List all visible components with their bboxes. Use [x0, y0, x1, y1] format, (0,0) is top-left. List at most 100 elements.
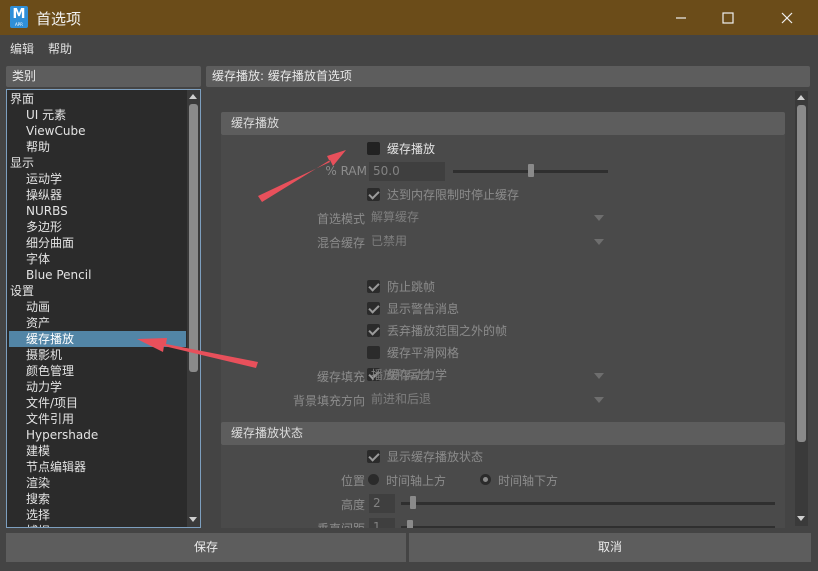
scroll-up-icon[interactable]	[797, 95, 805, 100]
menu-bar: 编辑 帮助	[0, 35, 818, 59]
background-fill-direction-label: 背景填充方向	[292, 394, 365, 408]
chevron-down-icon	[594, 215, 604, 221]
option-checkbox[interactable]	[367, 280, 380, 293]
category-item[interactable]: 界面	[9, 91, 186, 107]
option-label: 防止跳帧	[387, 280, 436, 294]
chevron-down-icon	[594, 239, 604, 245]
category-item[interactable]: Blue Pencil	[9, 267, 186, 283]
category-item[interactable]: 摄影机	[9, 347, 186, 363]
category-item[interactable]: 运动学	[9, 171, 186, 187]
position-below-radio[interactable]	[480, 474, 491, 485]
settings-scrollbar[interactable]	[795, 91, 808, 526]
category-item[interactable]: 文件/项目	[9, 395, 186, 411]
blend-cache-label: 混合缓存	[316, 236, 365, 250]
background-fill-direction-dropdown[interactable]: 前进和后退	[371, 390, 607, 409]
title-bar: M APR 首选项	[0, 0, 818, 35]
category-item[interactable]: UI 元素	[9, 107, 186, 123]
category-item[interactable]: 捕捉	[9, 523, 186, 527]
menu-edit[interactable]: 编辑	[10, 40, 34, 57]
blend-cache-dropdown[interactable]: 已禁用	[371, 232, 607, 251]
preferred-mode-dropdown[interactable]: 解算缓存	[371, 208, 607, 227]
category-header: 类别	[6, 66, 201, 87]
category-item[interactable]: 帮助	[9, 139, 186, 155]
height-field[interactable]: 2	[369, 494, 395, 513]
section-header-cached-playback[interactable]: 缓存播放	[221, 112, 785, 135]
category-item[interactable]: 设置	[9, 283, 186, 299]
option-checkbox[interactable]	[367, 302, 380, 315]
scroll-down-icon[interactable]	[797, 516, 805, 521]
category-item[interactable]: 搜索	[9, 491, 186, 507]
close-icon	[781, 12, 793, 23]
scroll-down-icon[interactable]	[189, 517, 197, 522]
option-label: 丢弃播放范围之外的帧	[387, 324, 508, 338]
cache-fill-label: 缓存填充	[316, 370, 365, 384]
section-header-cached-playback-status[interactable]: 缓存播放状态	[221, 422, 785, 445]
save-button[interactable]: 保存	[6, 533, 406, 562]
height-slider[interactable]	[401, 502, 775, 505]
category-item[interactable]: 建模	[9, 443, 186, 459]
category-item[interactable]: 细分曲面	[9, 235, 186, 251]
height-label: 高度	[340, 498, 365, 512]
category-item[interactable]: 缓存播放	[9, 331, 186, 347]
category-item[interactable]: 动力学	[9, 379, 186, 395]
position-below-label: 时间轴下方	[498, 474, 559, 488]
height-slider-handle[interactable]	[410, 496, 416, 509]
category-item[interactable]: 字体	[9, 251, 186, 267]
maximize-button[interactable]	[705, 0, 751, 35]
maya-app-icon: M APR	[10, 6, 28, 28]
preferred-mode-value: 解算缓存	[371, 210, 420, 224]
ram-slider-handle[interactable]	[527, 164, 534, 177]
category-item[interactable]: 选择	[9, 507, 186, 523]
chevron-down-icon	[594, 373, 604, 379]
option-label: 缓存平滑网格	[387, 346, 460, 360]
vertical-spacing-field[interactable]: 1	[369, 518, 395, 528]
position-above-radio[interactable]	[368, 474, 379, 485]
category-item[interactable]: 渲染	[9, 475, 186, 491]
option-checkbox[interactable]	[367, 324, 380, 337]
stop-on-memory-limit-checkbox[interactable]	[367, 188, 380, 201]
category-item[interactable]: 节点编辑器	[9, 459, 186, 475]
stop-on-memory-limit-label: 达到内存限制时停止缓存	[387, 188, 520, 202]
vertical-spacing-slider-handle[interactable]	[407, 520, 413, 528]
settings-header: 缓存播放: 缓存播放首选项	[206, 66, 810, 87]
show-cache-status-label: 显示缓存播放状态	[387, 450, 484, 464]
background-fill-direction-value: 前进和后退	[371, 392, 432, 406]
position-above-label: 时间轴上方	[386, 474, 447, 488]
cache-fill-dropdown[interactable]: 播放和后台	[371, 366, 607, 385]
category-scrollbar[interactable]	[187, 90, 200, 527]
category-item[interactable]: 资产	[9, 315, 186, 331]
cache-fill-value: 播放和后台	[371, 368, 432, 382]
show-cache-status-checkbox[interactable]	[367, 450, 380, 463]
category-item[interactable]: 显示	[9, 155, 186, 171]
cancel-button[interactable]: 取消	[409, 533, 811, 562]
category-list: 界面 UI 元素 ViewCube 帮助 显示 运动学 操纵器 NURBS 多边形 细分曲面 字体 B…	[6, 89, 201, 528]
ram-field[interactable]: 50.0	[369, 162, 445, 181]
category-scroll-thumb[interactable]	[189, 104, 198, 372]
minimize-icon	[676, 16, 686, 19]
position-label: 位置	[340, 474, 365, 488]
cached-playback-section: 缓存播放 缓存播放 % RAM 50.0 达到内存限制时停止缓存 首选模式 解算…	[221, 112, 785, 435]
category-item[interactable]: Hypershade	[9, 427, 186, 443]
scroll-up-icon[interactable]	[189, 94, 197, 99]
category-item[interactable]: NURBS	[9, 203, 186, 219]
category-item[interactable]: 动画	[9, 299, 186, 315]
maximize-icon	[722, 11, 734, 24]
blend-cache-value: 已禁用	[371, 234, 408, 248]
close-button[interactable]	[764, 0, 810, 35]
category-item[interactable]: 多边形	[9, 219, 186, 235]
settings-pane: 缓存播放 缓存播放 % RAM 50.0 达到内存限制时停止缓存 首选模式 解算…	[206, 89, 810, 528]
settings-scroll-thumb[interactable]	[797, 105, 806, 442]
window-title: 首选项	[36, 10, 82, 28]
category-item[interactable]: 文件引用	[9, 411, 186, 427]
category-item[interactable]: 颜色管理	[9, 363, 186, 379]
category-item[interactable]: ViewCube	[9, 123, 186, 139]
category-item[interactable]: 操纵器	[9, 187, 186, 203]
enable-cached-playback-checkbox[interactable]	[367, 142, 380, 155]
chevron-down-icon	[594, 397, 604, 403]
option-label: 显示警告消息	[387, 302, 460, 316]
vertical-spacing-slider[interactable]	[401, 526, 775, 528]
enable-cached-playback-label: 缓存播放	[387, 142, 436, 156]
option-checkbox[interactable]	[367, 346, 380, 359]
menu-help[interactable]: 帮助	[48, 40, 72, 57]
minimize-button[interactable]	[658, 0, 704, 35]
